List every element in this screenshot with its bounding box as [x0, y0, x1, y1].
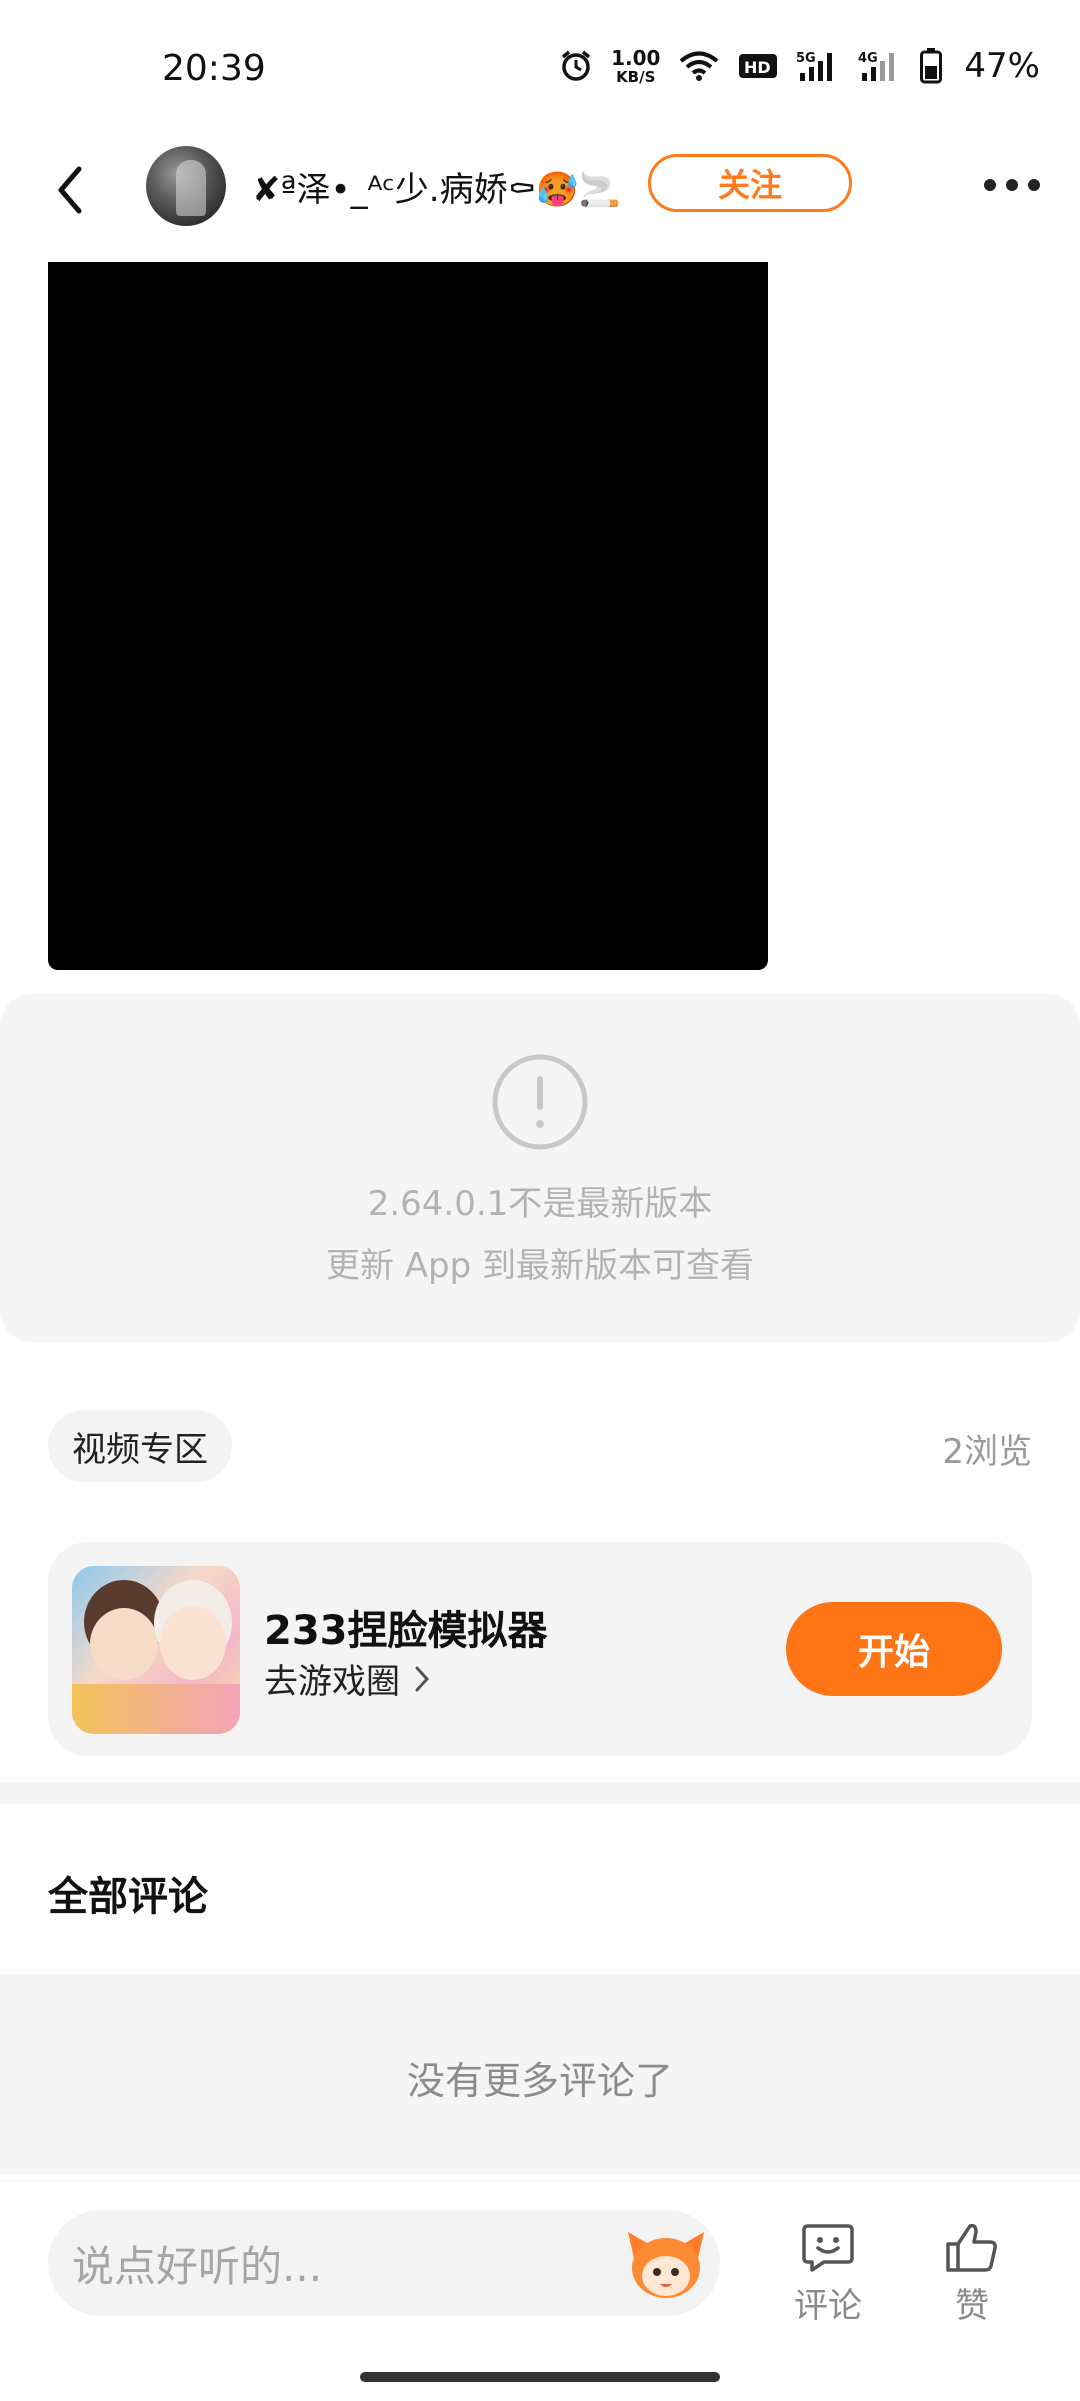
chevron-right-icon	[415, 1666, 430, 1691]
game-circle-link[interactable]: 去游戏圈	[264, 1654, 430, 1703]
thumbs-up-icon	[946, 2223, 997, 2272]
section-divider	[0, 1782, 1080, 1804]
version-notice: 2.64.0.1不是最新版本	[367, 1184, 713, 1224]
status-icons: 1.00 KB/S HD 5G 4G 47%	[559, 46, 1040, 86]
comment-icon	[802, 2224, 854, 2272]
exclamation-circle-icon	[492, 1054, 588, 1150]
game-circle-label: 去游戏圈	[264, 1662, 400, 1702]
battery-icon	[920, 48, 943, 84]
update-notice-panel	[0, 994, 1080, 1342]
section-tag[interactable]: 视频专区	[48, 1410, 232, 1482]
more-dots-icon	[984, 179, 996, 191]
battery-percent: 47%	[964, 46, 1040, 86]
alarm-icon	[561, 50, 591, 81]
back-arrow-icon	[58, 166, 82, 214]
status-time: 20:39	[162, 48, 266, 89]
signal-4g-icon: 4G	[858, 51, 895, 81]
network-speed: 1.00 KB/S	[611, 48, 660, 85]
svg-text:4G: 4G	[858, 51, 878, 66]
update-hint: 更新 App 到最新版本可查看	[325, 1246, 755, 1286]
svg-text:HD: HD	[744, 58, 771, 77]
back-button[interactable]	[40, 150, 100, 230]
hd-icon: HD	[739, 54, 778, 78]
comments-title: 全部评论	[48, 1874, 208, 1920]
speed-unit: KB/S	[616, 67, 656, 86]
avatar[interactable]	[146, 146, 226, 226]
svg-text:5G: 5G	[796, 51, 816, 66]
follow-button[interactable]: 关注	[648, 154, 852, 212]
comment-label: 评论	[794, 2286, 862, 2326]
speed-value: 1.00	[611, 45, 661, 70]
no-more-comments: 没有更多评论了	[406, 2059, 673, 2103]
wifi-icon	[680, 51, 719, 81]
like-action[interactable]: 赞	[924, 2222, 1020, 2327]
like-label: 赞	[955, 2286, 989, 2326]
more-button[interactable]	[974, 160, 1050, 210]
comment-input[interactable]: 说点好听的...	[48, 2210, 720, 2316]
comment-action[interactable]: 评论	[780, 2222, 876, 2327]
video-player[interactable]	[48, 262, 768, 970]
username[interactable]: ✘ª泽•_ᴬᶜ少.病娇⚰🥵🚬	[252, 162, 621, 211]
start-game-button[interactable]: 开始	[786, 1602, 1002, 1696]
game-title: 233捏脸模拟器	[264, 1608, 548, 1654]
home-indicator[interactable]	[360, 2372, 720, 2382]
game-icon[interactable]	[72, 1566, 240, 1734]
signal-5g-icon: 5G	[796, 51, 833, 81]
view-count: 2浏览	[942, 1432, 1032, 1472]
mascot-emoji-icon[interactable]	[624, 2222, 708, 2306]
